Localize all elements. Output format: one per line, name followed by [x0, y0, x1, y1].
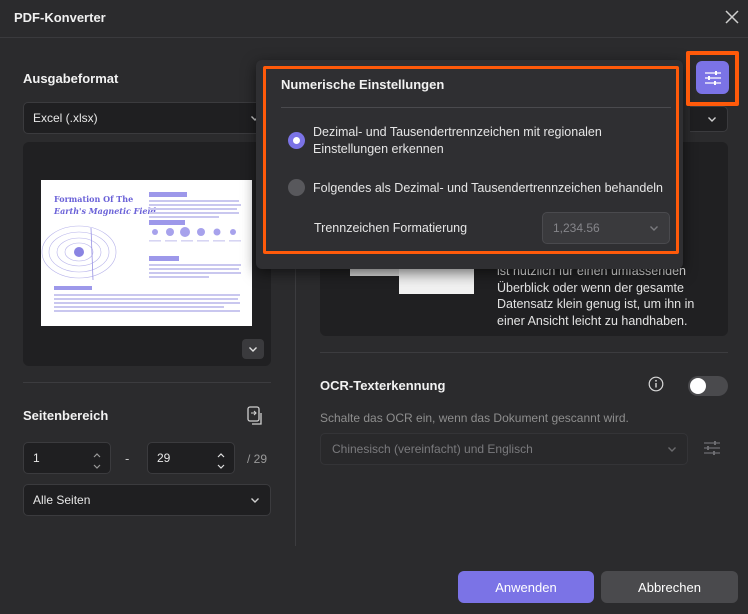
document-preview: Formation Of The Earth's Magnetic Field	[23, 142, 271, 366]
page-from-value: 1	[33, 451, 40, 465]
radio-regional-settings[interactable]	[288, 132, 305, 149]
preview-illustration	[41, 192, 241, 312]
ocr-label: OCR-Texterkennung	[320, 378, 446, 393]
ocr-language-select[interactable]: Chinesisch (vereinfacht) und Englisch	[320, 433, 688, 465]
numeric-settings-title: Numerische Einstellungen	[281, 77, 445, 92]
separator-format-select[interactable]: 1,234.56	[542, 212, 670, 244]
output-format-select[interactable]: Excel (.xlsx)	[23, 102, 271, 134]
page-from-input[interactable]: 1	[23, 442, 111, 474]
ocr-settings-icon[interactable]	[702, 438, 722, 458]
close-button[interactable]	[722, 7, 742, 27]
separator-format-label: Trennzeichen Formatierung	[314, 221, 468, 235]
chevron-down-icon	[650, 226, 658, 231]
numeric-settings-button[interactable]	[696, 61, 729, 94]
output-format-label: Ausgabeformat	[23, 71, 119, 86]
range-separator: -	[125, 451, 130, 466]
info-icon[interactable]	[648, 376, 664, 392]
option-custom-separators-label[interactable]: Folgendes als Dezimal- und Tausendertren…	[313, 180, 673, 197]
chevron-down-icon	[668, 447, 676, 452]
apply-button[interactable]: Anwenden	[458, 571, 594, 603]
ocr-toggle[interactable]	[688, 376, 728, 396]
chevron-down-icon	[708, 117, 716, 122]
title-separator	[0, 37, 748, 38]
sliders-icon	[704, 70, 721, 85]
sheet-mode-description: ist nützlich für einen umfassenden Überb…	[497, 264, 695, 328]
sheet-mode-illustration	[350, 268, 400, 276]
page-range-icon[interactable]	[245, 405, 265, 427]
stepper-arrows-icon[interactable]	[216, 449, 226, 473]
sheet-mode-select[interactable]	[690, 106, 728, 132]
expand-preview-button[interactable]	[242, 339, 264, 359]
title-bar: PDF-Konverter	[0, 0, 748, 36]
chevron-down-icon	[249, 347, 257, 352]
ocr-language-value: Chinesisch (vereinfacht) und Englisch	[332, 442, 533, 456]
page-to-input[interactable]: 29	[147, 442, 235, 474]
window-title: PDF-Konverter	[14, 10, 106, 25]
page-range-label: Seitenbereich	[23, 408, 109, 423]
page-scope-value: Alle Seiten	[33, 493, 91, 507]
cancel-button[interactable]: Abbrechen	[601, 571, 738, 603]
stepper-arrows-icon[interactable]	[92, 449, 102, 473]
ocr-description: Schalte das OCR ein, wenn das Dokument g…	[320, 411, 629, 425]
page-total: / 29	[247, 452, 268, 466]
sheet-mode-illustration-page	[399, 268, 474, 294]
right-divider	[320, 352, 728, 353]
toggle-knob	[690, 378, 706, 394]
close-icon	[725, 10, 739, 24]
output-format-value: Excel (.xlsx)	[33, 111, 98, 125]
radio-custom-separators[interactable]	[288, 179, 305, 196]
popup-separator	[281, 107, 671, 108]
chevron-down-icon	[251, 498, 259, 503]
page-scope-select[interactable]: Alle Seiten	[23, 484, 271, 516]
left-divider	[23, 382, 271, 383]
option-regional-settings-label[interactable]: Dezimal- und Tausendertrennzeichen mit r…	[313, 124, 673, 157]
page-to-value: 29	[157, 451, 171, 465]
separator-format-value: 1,234.56	[553, 221, 600, 235]
preview-page: Formation Of The Earth's Magnetic Field	[41, 180, 252, 326]
